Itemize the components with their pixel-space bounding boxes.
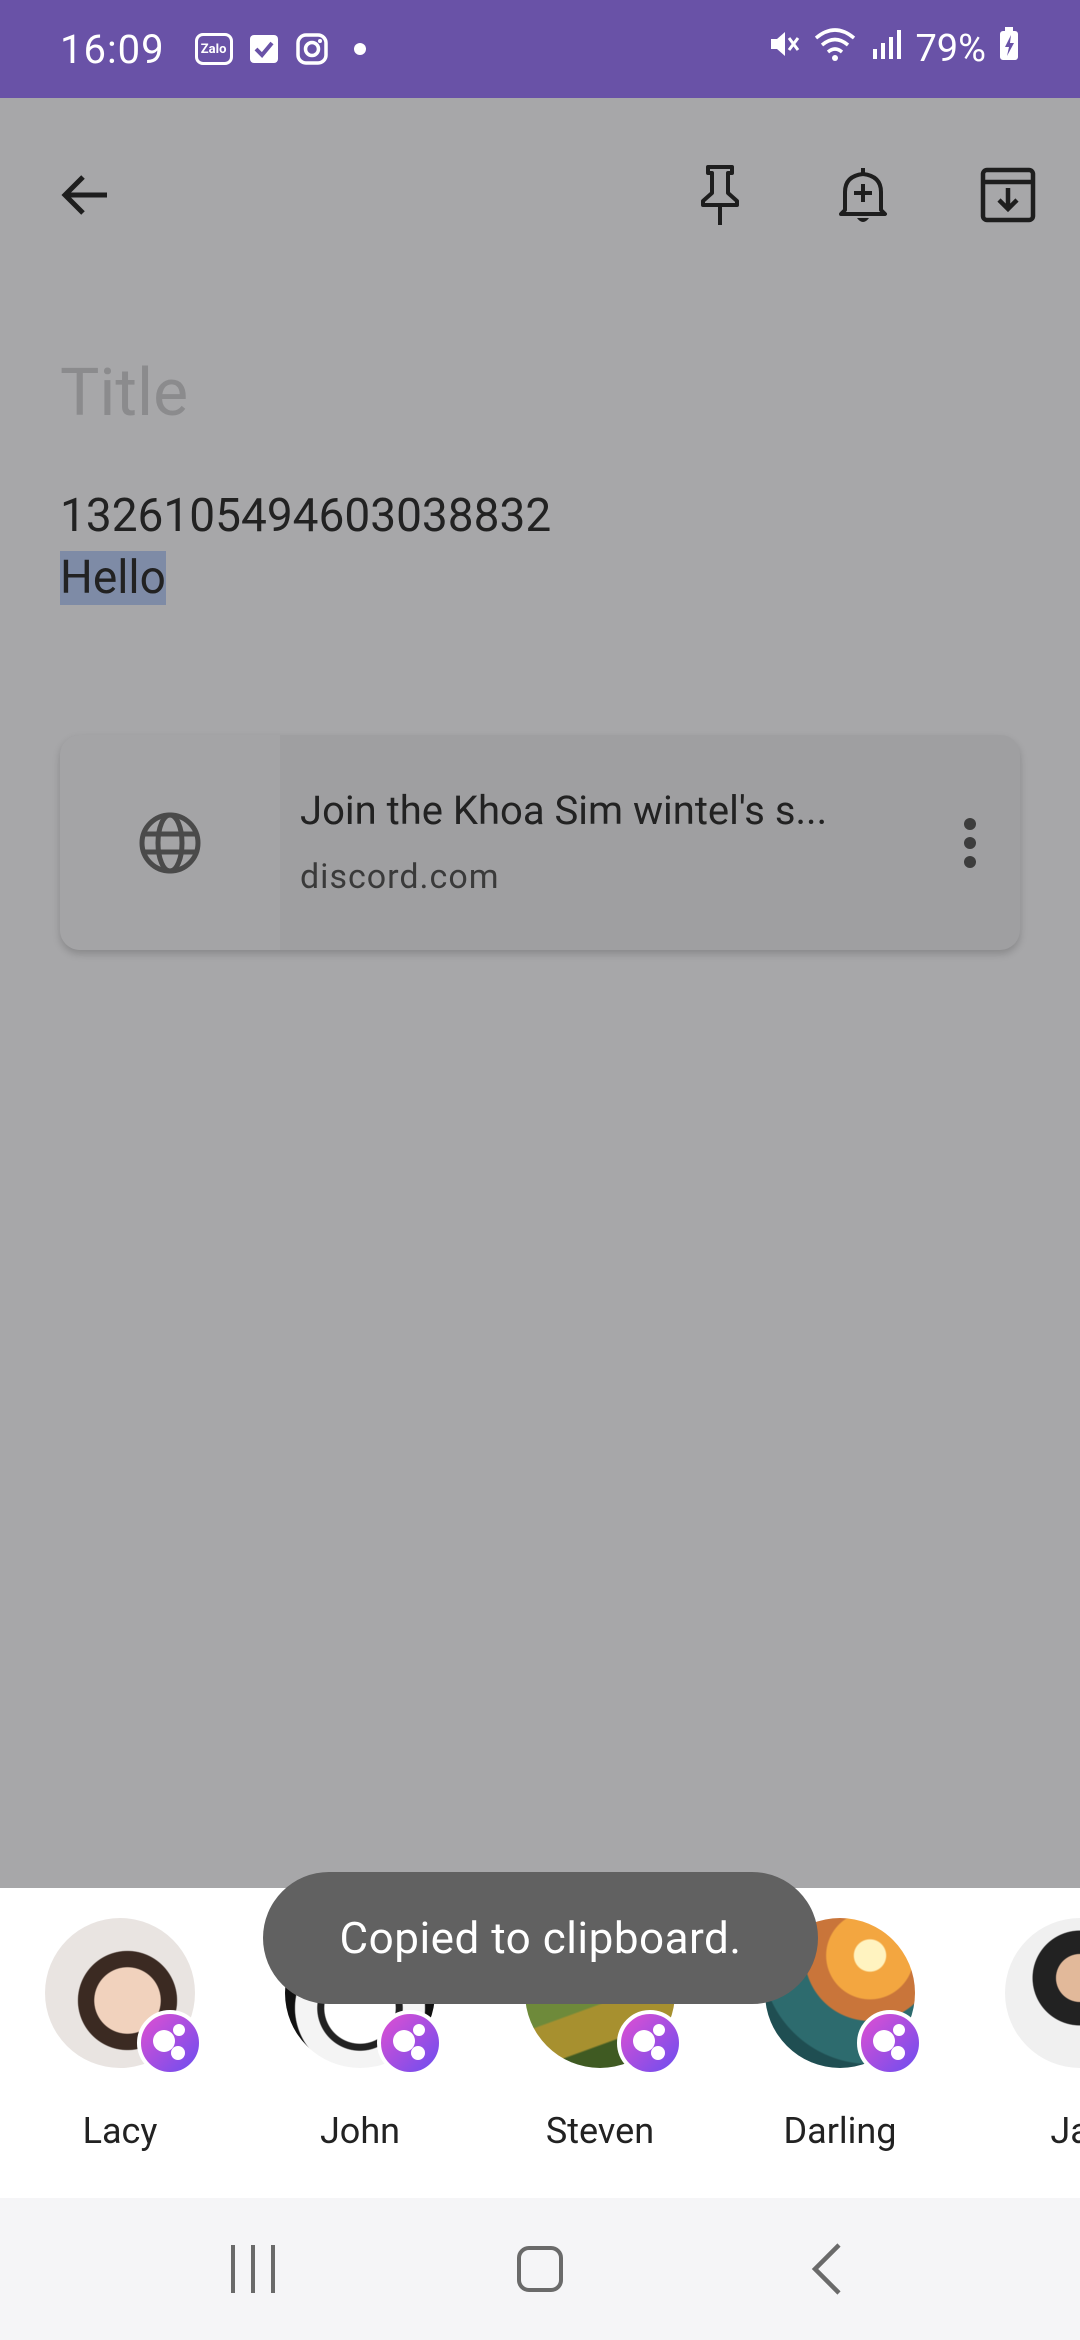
messenger-badge-icon [617,2010,683,2076]
link-more-button[interactable] [920,735,1020,950]
system-nav-bar [0,2198,1080,2340]
note-toolbar [0,130,1080,260]
avatar [1005,1918,1080,2068]
globe-icon [139,812,201,873]
dot-icon [343,32,377,66]
zalo-icon: Zalo [194,33,233,65]
note-title-field[interactable]: Title [60,355,188,432]
battery-charging-icon [998,26,1020,72]
recents-icon [231,2245,276,2293]
archive-icon [980,167,1036,223]
notification-icons: Zalo [194,32,377,66]
arrow-left-icon [61,175,107,215]
screen: 16:09 Zalo 79% [0,0,1080,2340]
pin-icon [701,165,739,225]
back-nav-button[interactable] [767,2219,887,2319]
note-body-field[interactable]: 13261054946030388​32 Hello [60,485,551,609]
home-icon [516,2246,563,2292]
more-vert-icon [964,817,976,868]
archive-button[interactable] [958,130,1058,260]
back-button[interactable] [35,130,135,260]
share-contact[interactable]: Lacy [20,1918,220,2168]
mute-icon [767,27,801,71]
link-thumbnail [60,735,280,950]
messenger-badge-icon [137,2010,203,2076]
home-button[interactable] [480,2219,600,2319]
tasks-check-icon [247,32,281,66]
system-icons: 79% [767,26,1020,72]
chevron-left-icon [811,2243,841,2295]
selected-text: Hello [60,551,166,605]
battery-percent: 79% [915,27,986,71]
toast-message: Copied to clipboard. [263,1872,818,2004]
reminder-button[interactable] [813,130,913,260]
note-body-line: 13261054946030388​32 [60,489,552,543]
status-bar: 16:09 Zalo 79% [0,0,1080,98]
link-preview-card[interactable]: Join the Khoa Sim wintel's s... discord.… [60,735,1020,950]
link-title: Join the Khoa Sim wintel's s... [300,787,828,834]
status-time: 16:09 [60,25,165,73]
bell-plus-icon [839,168,887,222]
instagram-icon [295,32,329,66]
contact-name: Darling [783,2110,897,2152]
recents-button[interactable] [193,2219,313,2319]
signal-icon [869,27,903,71]
messenger-badge-icon [857,2010,923,2076]
contact-name: John [319,2110,401,2152]
messenger-badge-icon [377,2010,443,2076]
contact-name: Jan [1050,2110,1080,2152]
pin-button[interactable] [670,130,770,260]
contact-name: Steven [545,2110,655,2152]
share-contact[interactable]: Jan [980,1918,1080,2168]
link-domain: discord.com [300,857,500,897]
contact-name: Lacy [82,2110,158,2152]
wifi-icon [813,26,857,72]
